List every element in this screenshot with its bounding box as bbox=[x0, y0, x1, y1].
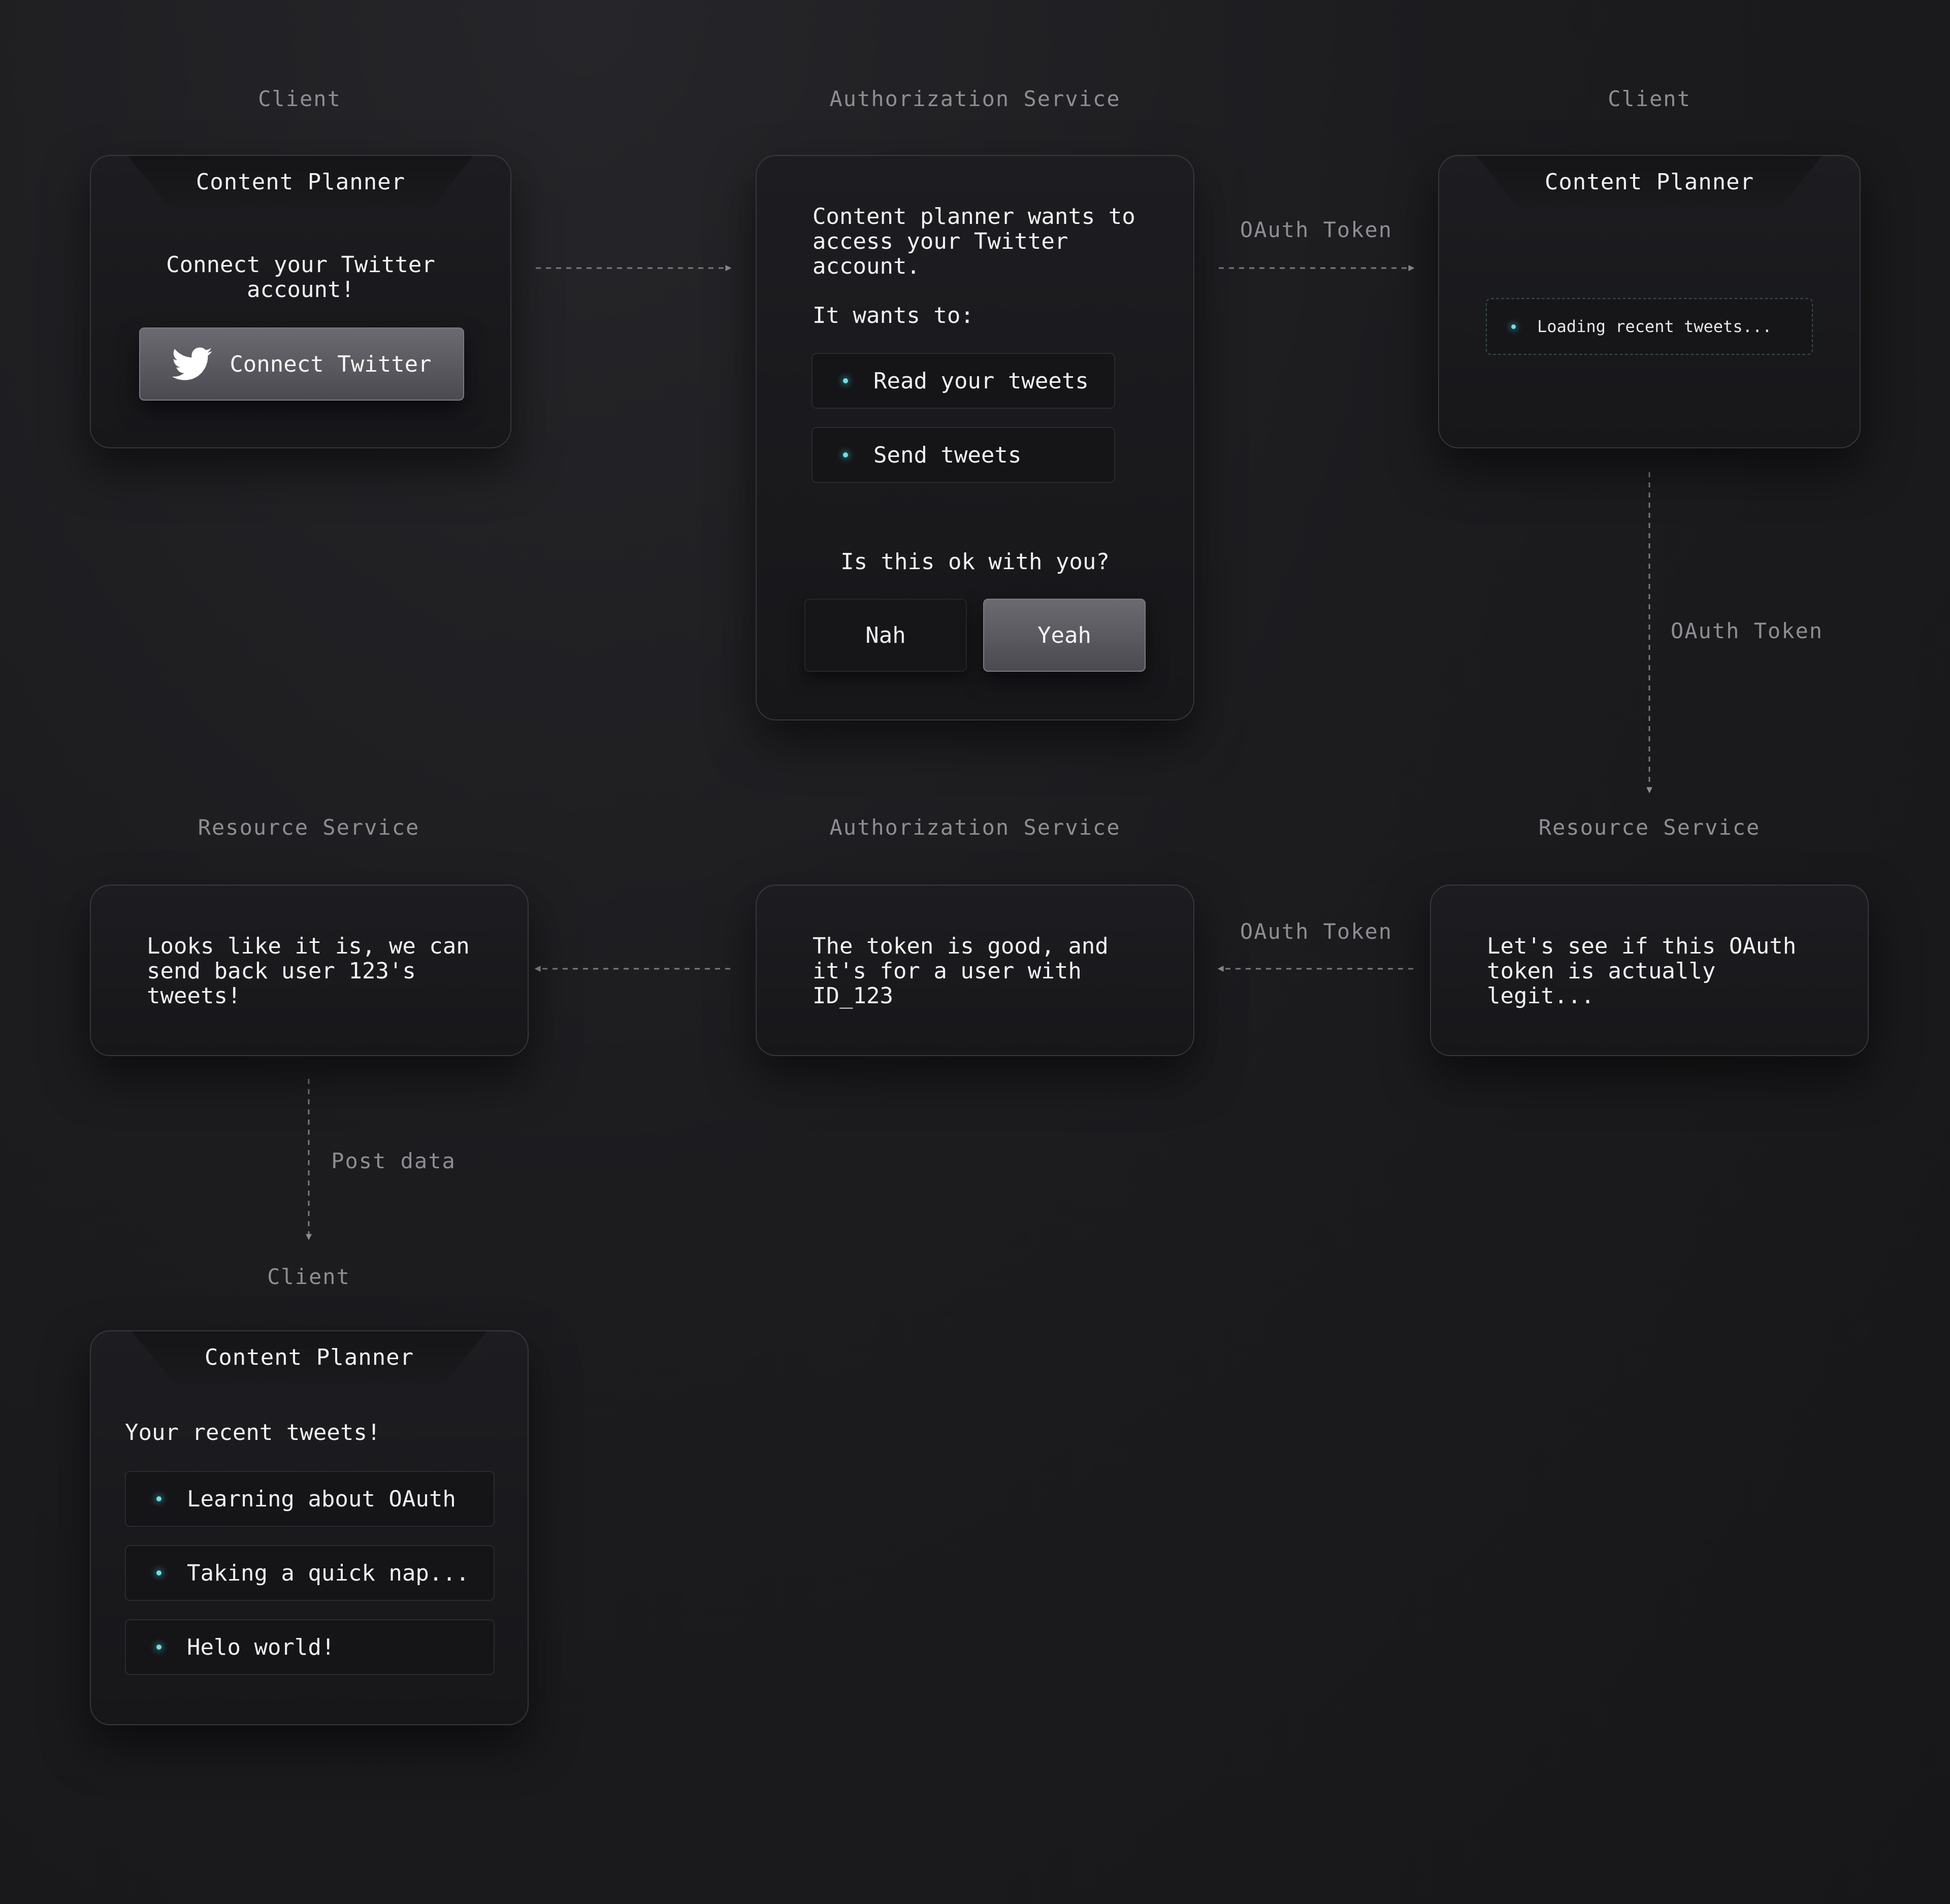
tweet-text: Taking a quick nap... bbox=[187, 1560, 470, 1586]
loading-dot-icon bbox=[1511, 324, 1516, 329]
connect-prompt-text: Connect your Twitter account! bbox=[166, 252, 435, 303]
edge-label-oauth-token: OAuth Token bbox=[1240, 217, 1393, 242]
loading-indicator: Loading recent tweets... bbox=[1486, 298, 1813, 355]
card-tab-title: Content Planner bbox=[132, 1331, 487, 1383]
bullet-dot-icon bbox=[156, 1570, 161, 1575]
edge-label-oauth-token: OAuth Token bbox=[1670, 618, 1824, 643]
client-tweets-card: Content Planner Your recent tweets! Lear… bbox=[90, 1330, 529, 1725]
lane-label-client: Client bbox=[1608, 86, 1691, 111]
scope-item-label: Read your tweets bbox=[873, 368, 1089, 394]
edge-label-oauth-token: OAuth Token bbox=[1240, 919, 1393, 944]
tweet-item: Taking a quick nap... bbox=[125, 1545, 495, 1601]
lane-label-authorization-service: Authorization Service bbox=[829, 815, 1121, 840]
lane-label-client: Client bbox=[267, 1264, 350, 1289]
lane-label-authorization-service: Authorization Service bbox=[829, 86, 1121, 111]
tweet-text: Learning about OAuth bbox=[187, 1486, 456, 1512]
scope-item: Read your tweets bbox=[811, 353, 1115, 409]
resource-response-card: Looks like it is, we can send back user … bbox=[90, 884, 529, 1056]
authorization-verify-text: The token is good, and it's for a user w… bbox=[812, 933, 1109, 1009]
loading-text: Loading recent tweets... bbox=[1537, 317, 1772, 336]
scope-item-label: Send tweets bbox=[873, 442, 1022, 468]
card-tab-title: Content Planner bbox=[128, 156, 473, 208]
resource-check-card: Let's see if this OAuth token is actuall… bbox=[1430, 884, 1869, 1056]
client-connect-card: Content Planner Connect your Twitter acc… bbox=[90, 155, 511, 448]
approve-button[interactable]: Yeah bbox=[983, 599, 1146, 672]
resource-check-text: Let's see if this OAuth token is actuall… bbox=[1487, 933, 1797, 1009]
lane-label-resource-service: Resource Service bbox=[1538, 815, 1761, 840]
deny-button[interactable]: Nah bbox=[804, 599, 967, 672]
consent-intro-text: Content planner wants to access your Twi… bbox=[812, 204, 1135, 279]
twitter-bird-icon bbox=[172, 347, 212, 381]
authorization-verify-card: The token is good, and it's for a user w… bbox=[756, 884, 1194, 1056]
lane-label-client: Client bbox=[258, 86, 341, 111]
tweet-item: Helo world! bbox=[125, 1619, 495, 1675]
bullet-dot-icon bbox=[156, 1496, 161, 1501]
connect-twitter-button[interactable]: Connect Twitter bbox=[139, 327, 464, 401]
connect-twitter-label: Connect Twitter bbox=[230, 351, 432, 377]
consent-question: Is this ok with you? bbox=[840, 549, 1110, 575]
bullet-dot-icon bbox=[843, 452, 848, 457]
scope-item: Send tweets bbox=[811, 427, 1115, 483]
bullet-dot-icon bbox=[843, 378, 848, 383]
recent-tweets-heading: Your recent tweets! bbox=[125, 1420, 381, 1446]
consent-wants-label: It wants to: bbox=[812, 303, 974, 329]
tweet-item: Learning about OAuth bbox=[125, 1471, 495, 1527]
tweet-text: Helo world! bbox=[187, 1634, 335, 1660]
bullet-dot-icon bbox=[156, 1645, 161, 1650]
resource-response-text: Looks like it is, we can send back user … bbox=[147, 933, 470, 1009]
client-loading-card: Content Planner Loading recent tweets... bbox=[1438, 155, 1861, 448]
lane-label-resource-service: Resource Service bbox=[198, 815, 420, 840]
card-tab-title: Content Planner bbox=[1477, 156, 1822, 208]
edge-label-post-data: Post data bbox=[331, 1148, 456, 1173]
authorization-consent-card: Content planner wants to access your Twi… bbox=[756, 155, 1194, 720]
